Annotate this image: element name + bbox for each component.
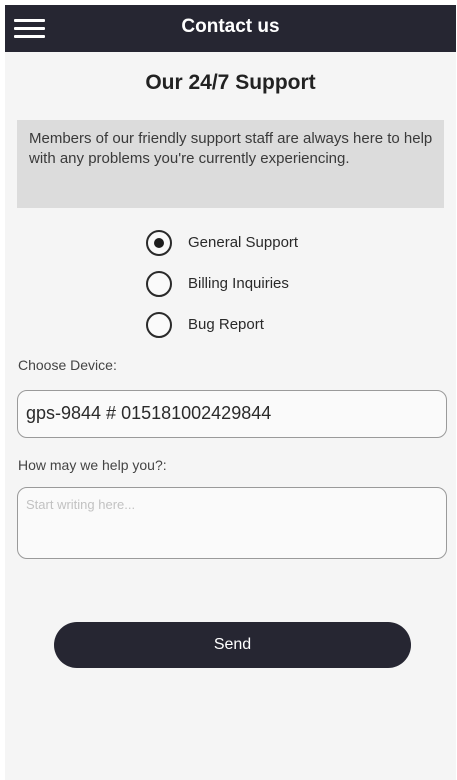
menu-line bbox=[14, 19, 45, 22]
radio-button[interactable] bbox=[146, 271, 172, 297]
radio-button-checked[interactable] bbox=[146, 230, 172, 256]
message-textarea[interactable] bbox=[17, 487, 447, 559]
help-message-label: How may we help you?: bbox=[18, 457, 167, 473]
page-title: Our 24/7 Support bbox=[145, 71, 316, 94]
radio-label: General Support bbox=[188, 234, 299, 251]
radio-label: Billing Inquiries bbox=[188, 275, 289, 292]
radio-button[interactable] bbox=[146, 312, 172, 338]
hamburger-menu-icon[interactable] bbox=[14, 17, 45, 39]
radio-label: Bug Report bbox=[188, 316, 264, 333]
device-select[interactable]: gps-9844 # 015181002429844 bbox=[17, 390, 447, 438]
radio-selected-dot bbox=[154, 238, 164, 248]
app-bar-title: Contact us bbox=[181, 16, 280, 37]
support-info-text: Members of our friendly support staff ar… bbox=[17, 120, 444, 208]
choose-device-label: Choose Device: bbox=[18, 357, 117, 373]
send-button[interactable]: Send bbox=[54, 622, 411, 668]
menu-line bbox=[14, 35, 45, 38]
contact-screen: Contact us Our 24/7 Support Members of o… bbox=[5, 5, 456, 780]
top-app-bar: Contact us bbox=[5, 5, 456, 52]
menu-line bbox=[14, 27, 45, 30]
